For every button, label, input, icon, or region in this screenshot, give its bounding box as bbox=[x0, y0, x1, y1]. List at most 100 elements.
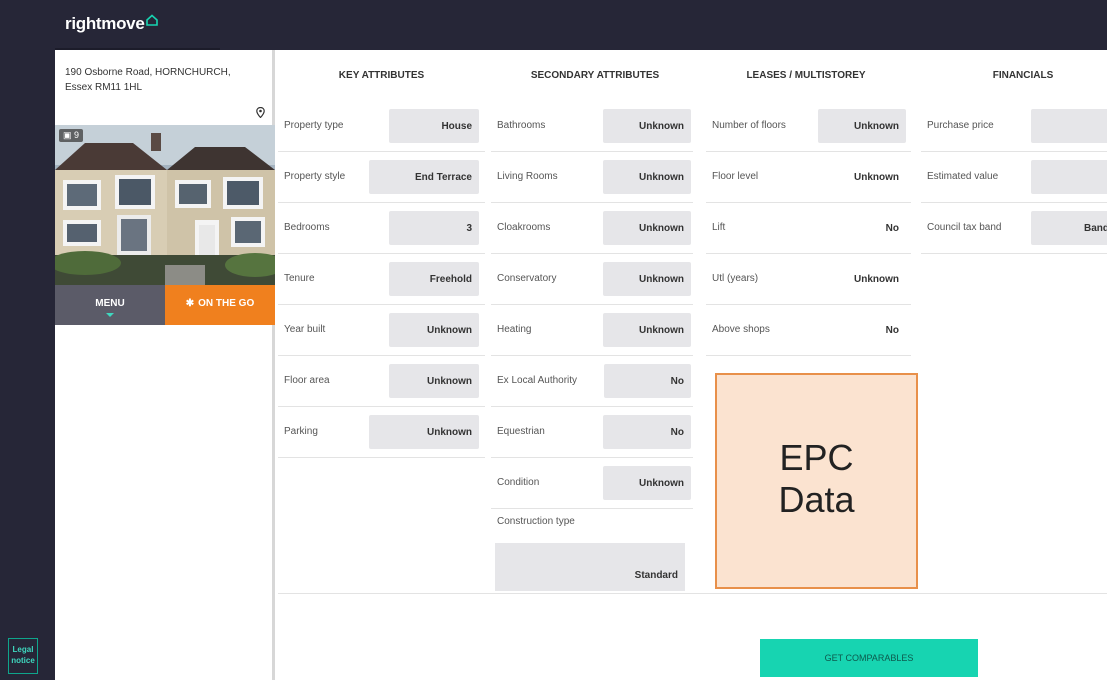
secondary-row: Conservatory Unknown bbox=[491, 254, 693, 305]
key-row: Year built Unknown bbox=[278, 305, 485, 356]
epc-title-line1: EPC bbox=[779, 437, 854, 478]
estimated-value-field[interactable] bbox=[1031, 160, 1107, 194]
condition-value[interactable]: Unknown bbox=[603, 466, 691, 500]
photo-count-badge: ▣ 9 bbox=[59, 129, 84, 142]
equestrian-value[interactable]: No bbox=[603, 415, 691, 449]
get-comparables-button[interactable]: GET COMPARABLES bbox=[760, 639, 978, 677]
above-shops-value: No bbox=[885, 325, 899, 336]
legal-line2: notice bbox=[11, 656, 35, 665]
house-photo-illustration bbox=[55, 125, 275, 285]
secondary-row: Ex Local Authority No bbox=[491, 356, 693, 407]
camera-icon: ▣ bbox=[63, 130, 72, 140]
address-line2: Essex RM11 1HL bbox=[65, 82, 143, 93]
header-key-attributes: KEY ATTRIBUTES bbox=[338, 70, 425, 81]
address-line1: 190 Osborne Road, HORNCHURCH, bbox=[65, 67, 231, 78]
row-label: Year built bbox=[284, 324, 326, 335]
row-label: Number of floors bbox=[712, 120, 786, 131]
financials-row: Estimated value bbox=[921, 152, 1107, 203]
epc-title-line2: Data bbox=[778, 479, 855, 520]
row-label: Estimated value bbox=[927, 171, 999, 182]
tenure-value[interactable]: Freehold bbox=[389, 262, 479, 296]
conservatory-value[interactable]: Unknown bbox=[603, 262, 691, 296]
row-label: Floor level bbox=[712, 171, 759, 182]
row-label: Council tax band bbox=[927, 222, 1002, 233]
row-label: Floor area bbox=[284, 375, 330, 386]
row-label: Utl (years) bbox=[712, 273, 759, 284]
heating-value[interactable]: Unknown bbox=[603, 313, 691, 347]
parking-value[interactable]: Unknown bbox=[369, 415, 479, 449]
leases-row: Above shops No bbox=[706, 305, 911, 356]
row-label: Lift bbox=[712, 222, 726, 233]
lift-value: No bbox=[885, 223, 899, 234]
key-row: Tenure Freehold bbox=[278, 254, 485, 305]
floor-area-value[interactable]: Unknown bbox=[389, 364, 479, 398]
leases-row: Lift No bbox=[706, 203, 911, 254]
secondary-row: Equestrian No bbox=[491, 407, 693, 458]
photo-count: 9 bbox=[74, 130, 80, 140]
key-row: Property type House bbox=[278, 101, 485, 152]
property-panel: 190 Osborne Road, HORNCHURCH, Essex RM11… bbox=[55, 50, 275, 680]
bathrooms-value[interactable]: Unknown bbox=[603, 109, 691, 143]
property-address: 190 Osborne Road, HORNCHURCH, Essex RM11… bbox=[65, 65, 260, 95]
secondary-row: Living Rooms Unknown bbox=[491, 152, 693, 203]
map-pin-icon[interactable] bbox=[256, 107, 265, 118]
year-built-value[interactable]: Unknown bbox=[389, 313, 479, 347]
secondary-row: Heating Unknown bbox=[491, 305, 693, 356]
row-label: Tenure bbox=[284, 273, 315, 284]
header-financials: FINANCIALS bbox=[992, 70, 1054, 81]
purchase-price-field[interactable] bbox=[1031, 109, 1107, 143]
walking-person-icon: ✱ bbox=[185, 298, 195, 309]
row-label: Cloakrooms bbox=[497, 222, 551, 233]
row-label: Bathrooms bbox=[497, 120, 546, 131]
header-secondary-attributes: SECONDARY ATTRIBUTES bbox=[530, 70, 660, 81]
row-label: Above shops bbox=[712, 324, 770, 335]
menu-label: MENU bbox=[95, 298, 125, 309]
menu-button[interactable]: MENU bbox=[55, 285, 165, 325]
row-label: Ex Local Authority bbox=[497, 375, 578, 386]
attributes-panel: KEY ATTRIBUTES SECONDARY ATTRIBUTES LEAS… bbox=[278, 50, 1107, 680]
header-leases: LEASES / MULTISTOREY bbox=[746, 70, 866, 81]
financials-row: Council tax band Band bbox=[921, 203, 1107, 254]
row-label: Property type bbox=[284, 120, 344, 131]
on-the-go-label: ON THE GO bbox=[198, 298, 255, 309]
secondary-row: Bathrooms Unknown bbox=[491, 101, 693, 152]
row-label: Condition bbox=[497, 477, 540, 488]
logo[interactable]: rightmove bbox=[55, 0, 220, 50]
construction-label: Construction type bbox=[497, 516, 575, 527]
secondary-row: Cloakrooms Unknown bbox=[491, 203, 693, 254]
key-row: Floor area Unknown bbox=[278, 356, 485, 407]
leases-row: Utl (years) Unknown bbox=[706, 254, 911, 305]
property-photo[interactable]: ▣ 9 bbox=[55, 125, 275, 285]
construction-type-value[interactable]: Standard bbox=[495, 543, 685, 591]
floor-level-value: Unknown bbox=[854, 172, 899, 183]
bedrooms-value[interactable]: 3 bbox=[389, 211, 479, 245]
row-label: Heating bbox=[497, 324, 532, 335]
row-label: Conservatory bbox=[497, 273, 557, 284]
leases-row: Number of floors Unknown bbox=[706, 101, 911, 152]
legal-notice-link[interactable]: Legal notice bbox=[8, 638, 38, 674]
council-tax-band-value[interactable]: Band bbox=[1031, 211, 1107, 245]
left-rail: Legal notice bbox=[0, 50, 55, 680]
number-of-floors-value[interactable]: Unknown bbox=[818, 109, 906, 143]
row-label: Living Rooms bbox=[497, 171, 558, 182]
key-row: Property style End Terrace bbox=[278, 152, 485, 203]
caret-down-icon bbox=[106, 313, 114, 317]
key-row: Bedrooms 3 bbox=[278, 203, 485, 254]
row-label: Property style bbox=[284, 171, 346, 182]
row-label: Bedrooms bbox=[284, 222, 330, 233]
construction-row: Construction type Standard bbox=[491, 498, 693, 593]
property-type-value[interactable]: House bbox=[389, 109, 479, 143]
leases-row: Floor level Unknown bbox=[706, 152, 911, 203]
on-the-go-button[interactable]: ✱ ON THE GO bbox=[165, 285, 275, 325]
property-style-value[interactable]: End Terrace bbox=[369, 160, 479, 194]
living-rooms-value[interactable]: Unknown bbox=[603, 160, 691, 194]
financials-row: Purchase price bbox=[921, 101, 1107, 152]
row-label: Parking bbox=[284, 426, 318, 437]
epc-data-panel: EPC Data bbox=[715, 373, 918, 589]
logo-text: rightmove bbox=[65, 14, 145, 33]
key-row: Parking Unknown bbox=[278, 407, 485, 458]
ex-local-authority-value[interactable]: No bbox=[604, 364, 691, 398]
legal-line1: Legal bbox=[12, 645, 34, 654]
row-label: Equestrian bbox=[497, 426, 545, 437]
cloakrooms-value[interactable]: Unknown bbox=[603, 211, 691, 245]
